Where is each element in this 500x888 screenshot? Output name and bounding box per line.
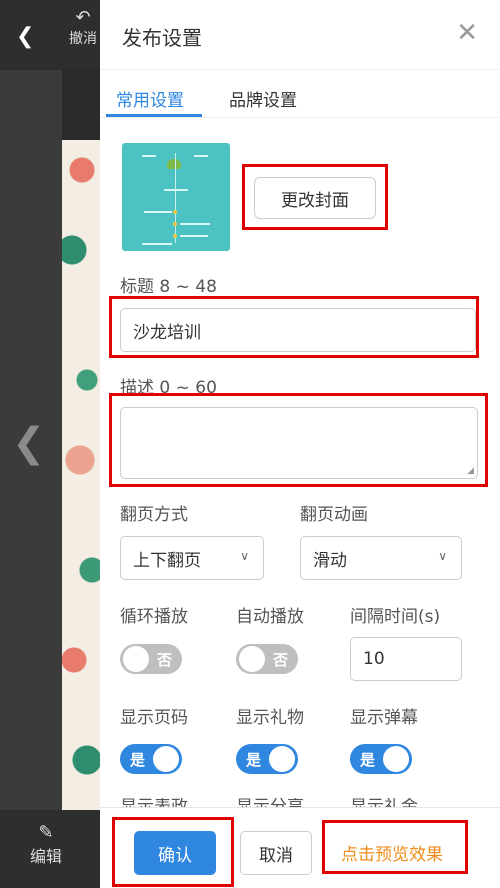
poster-preview bbox=[62, 140, 102, 810]
description-textarea[interactable]: ◢ bbox=[120, 407, 478, 479]
chevron-down-icon: ∨ bbox=[438, 549, 447, 563]
tab-bar: 常用设置 品牌设置 bbox=[100, 70, 500, 118]
active-tab-indicator bbox=[106, 114, 202, 117]
panel-title: 发布设置 bbox=[122, 26, 202, 50]
tab-common-settings[interactable]: 常用设置 bbox=[116, 86, 184, 111]
show-gift-label: 显示礼物 bbox=[236, 708, 304, 728]
autoplay-toggle-state: 否 bbox=[272, 651, 288, 669]
page-animation-select[interactable]: 滑动 ∨ bbox=[300, 536, 462, 580]
page-animation-value: 滑动 bbox=[313, 550, 347, 571]
interval-input[interactable]: 10 bbox=[350, 637, 462, 681]
partial-label: 显示分享 bbox=[236, 798, 304, 807]
interval-label: 间隔时间(s) bbox=[350, 607, 441, 627]
confirm-button[interactable]: 确认 bbox=[134, 831, 216, 875]
autoplay-toggle[interactable]: 否 bbox=[236, 644, 298, 674]
title-input[interactable]: 沙龙培训 bbox=[120, 308, 476, 352]
loop-toggle[interactable]: 否 bbox=[120, 644, 182, 674]
resize-handle-icon[interactable]: ◢ bbox=[467, 466, 474, 476]
show-danmu-label: 显示弹幕 bbox=[350, 708, 418, 728]
partial-label: 显示表政 bbox=[120, 798, 188, 807]
show-danmu-state: 是 bbox=[360, 751, 376, 769]
publish-settings-panel: 发布设置 ✕ 常用设置 品牌设置 更改封面 标题 8 ~ 48 沙龙培训 描述 … bbox=[100, 0, 500, 888]
title-field-label: 标题 8 ~ 48 bbox=[120, 277, 217, 297]
edit-button[interactable]: ✎ 编辑 bbox=[30, 822, 62, 867]
close-icon[interactable]: ✕ bbox=[456, 18, 478, 48]
autoplay-label: 自动播放 bbox=[236, 607, 304, 627]
show-gift-toggle[interactable]: 是 bbox=[236, 744, 298, 774]
cover-thumbnail bbox=[122, 143, 230, 251]
back-icon[interactable]: ❮ bbox=[16, 24, 34, 49]
edit-icon: ✎ bbox=[38, 822, 54, 843]
prev-page-arrow-icon[interactable]: ❮ bbox=[12, 420, 46, 466]
tab-brand-settings[interactable]: 品牌设置 bbox=[229, 86, 297, 111]
undo-icon: ↶ bbox=[75, 8, 91, 28]
panel-footer: 确认 取消 点击预览效果 bbox=[100, 807, 500, 888]
page-animation-label: 翻页动画 bbox=[300, 505, 368, 525]
page-turn-value: 上下翻页 bbox=[133, 550, 201, 571]
loop-toggle-state: 否 bbox=[156, 651, 172, 669]
partial-label: 显示礼金 bbox=[350, 798, 418, 807]
chevron-down-icon: ∨ bbox=[240, 549, 249, 563]
show-danmu-toggle[interactable]: 是 bbox=[350, 744, 412, 774]
panel-header: 发布设置 ✕ bbox=[100, 0, 500, 70]
page-turn-select[interactable]: 上下翻页 ∨ bbox=[120, 536, 264, 580]
show-page-number-label: 显示页码 bbox=[120, 708, 188, 728]
preview-button[interactable]: 点击预览效果 bbox=[328, 830, 456, 874]
loop-label: 循环播放 bbox=[120, 607, 188, 627]
undo-button[interactable]: ↶ 撤消 bbox=[66, 8, 100, 48]
change-cover-button[interactable]: 更改封面 bbox=[254, 177, 376, 219]
show-gift-state: 是 bbox=[246, 751, 262, 769]
show-page-number-state: 是 bbox=[130, 751, 146, 769]
page-turn-label: 翻页方式 bbox=[120, 505, 188, 525]
show-page-number-toggle[interactable]: 是 bbox=[120, 744, 182, 774]
cancel-button[interactable]: 取消 bbox=[240, 831, 312, 875]
edit-label: 编辑 bbox=[30, 847, 63, 866]
undo-label: 撤消 bbox=[69, 31, 97, 47]
